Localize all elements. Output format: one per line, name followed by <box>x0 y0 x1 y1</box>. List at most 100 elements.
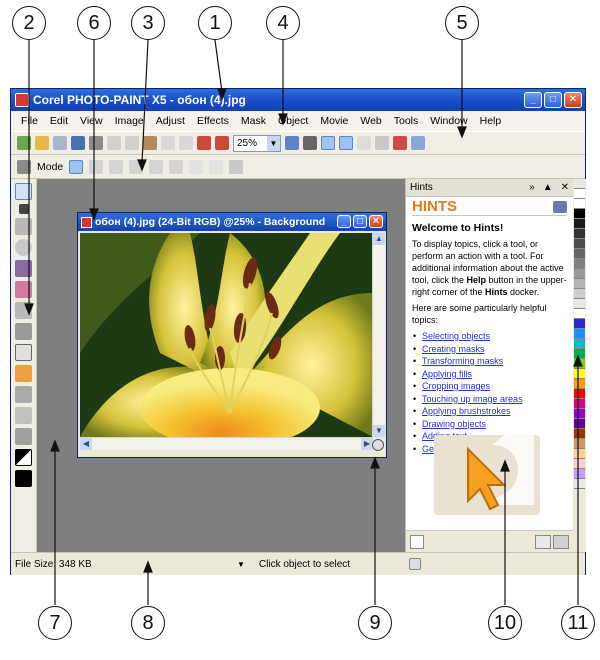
docker-expand-icon[interactable]: » <box>529 182 535 193</box>
docker-collapse-icon[interactable]: ▲ <box>543 182 553 193</box>
rotate-mode-icon[interactable] <box>89 159 104 174</box>
color-swatch[interactable] <box>574 379 585 389</box>
perspective-mode-icon[interactable] <box>169 159 184 174</box>
app-icon[interactable] <box>15 93 29 107</box>
color-swatch[interactable] <box>574 199 585 209</box>
color-swatch[interactable] <box>574 219 585 229</box>
color-swatch[interactable] <box>574 429 585 439</box>
move-mode-icon[interactable] <box>69 159 84 174</box>
menu-adjust[interactable]: Adjust <box>150 115 191 127</box>
topic-link[interactable]: Creating masks <box>422 344 485 354</box>
color-swatch[interactable] <box>574 409 585 419</box>
mask-overlay-icon[interactable] <box>357 136 371 150</box>
color-swatch[interactable] <box>574 349 585 359</box>
interactive-tool-icon[interactable] <box>15 407 32 424</box>
paper-color-swatch-icon[interactable] <box>15 470 32 487</box>
zoom-level-select[interactable]: 25% ▼ <box>233 134 281 152</box>
eraser-tool-icon[interactable] <box>15 281 32 298</box>
document-vertical-scrollbar[interactable]: ▲ ▼ <box>372 233 385 437</box>
import-icon[interactable] <box>197 136 211 150</box>
color-swatch[interactable] <box>574 469 585 479</box>
redo-icon[interactable] <box>179 136 193 150</box>
topic-link[interactable]: Selecting objects <box>422 331 490 341</box>
print-icon[interactable] <box>89 136 103 150</box>
menu-movie[interactable]: Movie <box>314 115 354 127</box>
forward-icon[interactable] <box>553 535 569 549</box>
close-button[interactable]: ✕ <box>564 92 582 108</box>
workspace[interactable]: обон (4).jpg (24-Bit RGB) @25% - Backgro… <box>37 179 405 552</box>
app-title-bar[interactable]: Corel PHOTO-PAINT X5 - обон (4).jpg _ □ … <box>11 89 585 111</box>
document-title-bar[interactable]: обон (4).jpg (24-Bit RGB) @25% - Backgro… <box>78 213 386 231</box>
chevron-down-icon[interactable]: ▼ <box>267 135 280 151</box>
menu-file[interactable]: File <box>15 115 44 127</box>
mask-tool-icon[interactable] <box>18 204 29 214</box>
color-swatch[interactable] <box>574 239 585 249</box>
application-launcher-icon[interactable] <box>393 136 407 150</box>
color-swatch[interactable] <box>574 229 585 239</box>
color-swatch[interactable] <box>574 339 585 349</box>
welcome-screen-icon[interactable] <box>411 136 425 150</box>
zoom-fit-icon[interactable] <box>285 136 299 150</box>
color-swatch[interactable] <box>574 359 585 369</box>
menu-edit[interactable]: Edit <box>44 115 74 127</box>
copy-icon[interactable] <box>125 136 139 150</box>
color-swatch[interactable] <box>574 289 585 299</box>
maximize-button[interactable]: □ <box>544 92 562 108</box>
color-swatch[interactable] <box>574 259 585 269</box>
color-swatch[interactable] <box>574 419 585 429</box>
color-swatch[interactable] <box>574 399 585 409</box>
navigator-icon[interactable] <box>372 439 384 451</box>
save-icon[interactable] <box>53 136 67 150</box>
palette-scroll-down-icon[interactable] <box>574 479 585 489</box>
effect-tool-icon[interactable] <box>15 323 32 340</box>
paint-tool-icon[interactable] <box>15 386 32 403</box>
home-icon[interactable] <box>410 535 424 549</box>
menu-window[interactable]: Window <box>424 115 473 127</box>
color-swatch[interactable] <box>574 329 585 339</box>
menu-web[interactable]: Web <box>354 115 387 127</box>
color-swatches-icon[interactable] <box>15 449 32 466</box>
topic-link[interactable]: Drawing objects <box>422 419 486 429</box>
text-tool-icon[interactable] <box>15 302 32 319</box>
color-swatch[interactable] <box>574 299 585 309</box>
undo-icon[interactable] <box>161 136 175 150</box>
export-icon[interactable] <box>215 136 229 150</box>
topic-link[interactable]: Transforming masks <box>422 356 503 366</box>
color-swatch[interactable] <box>574 459 585 469</box>
show-mask-marquee-icon[interactable] <box>339 136 353 150</box>
image-canvas[interactable] <box>80 233 373 437</box>
color-swatch[interactable] <box>574 249 585 259</box>
cut-icon[interactable] <box>107 136 121 150</box>
color-swatch[interactable] <box>574 369 585 379</box>
color-swatch[interactable] <box>574 279 585 289</box>
color-proof-icon[interactable] <box>408 558 421 570</box>
color-swatch[interactable] <box>574 209 585 219</box>
open-folder-icon[interactable] <box>35 136 49 150</box>
scale-mode-icon[interactable] <box>109 159 124 174</box>
docker-close-icon[interactable]: ✕ <box>561 182 569 193</box>
menu-mask[interactable]: Mask <box>235 115 272 127</box>
topic-link[interactable]: Touching up image areas <box>422 394 523 404</box>
document-horizontal-scrollbar[interactable]: ◀ ▶ <box>80 437 373 450</box>
distribute-icon[interactable] <box>209 159 224 174</box>
minimize-button[interactable]: _ <box>524 92 542 108</box>
scroll-up-icon[interactable]: ▲ <box>373 233 385 245</box>
no-color-swatch[interactable] <box>574 189 585 199</box>
color-swatch[interactable] <box>574 439 585 449</box>
help-book-icon[interactable] <box>553 201 567 213</box>
more-options-icon[interactable] <box>229 159 244 174</box>
topic-link[interactable]: Cropping images <box>422 381 490 391</box>
menu-view[interactable]: View <box>74 115 109 127</box>
eyedropper-tool-icon[interactable] <box>15 260 32 277</box>
launcher-icon[interactable] <box>303 136 317 150</box>
menu-object[interactable]: Object <box>272 115 314 127</box>
topic-link[interactable]: Applying brushstrokes <box>422 406 511 416</box>
zoom-tool-icon[interactable] <box>15 239 32 256</box>
new-document-icon[interactable] <box>17 136 31 150</box>
palette-scroll-up-icon[interactable] <box>574 179 585 189</box>
document-maximize-button[interactable]: □ <box>353 215 367 228</box>
fill-tool-icon[interactable] <box>15 365 32 382</box>
distort-mode-icon[interactable] <box>149 159 164 174</box>
scroll-left-icon[interactable]: ◀ <box>80 438 92 450</box>
scroll-down-icon[interactable]: ▼ <box>373 425 385 437</box>
